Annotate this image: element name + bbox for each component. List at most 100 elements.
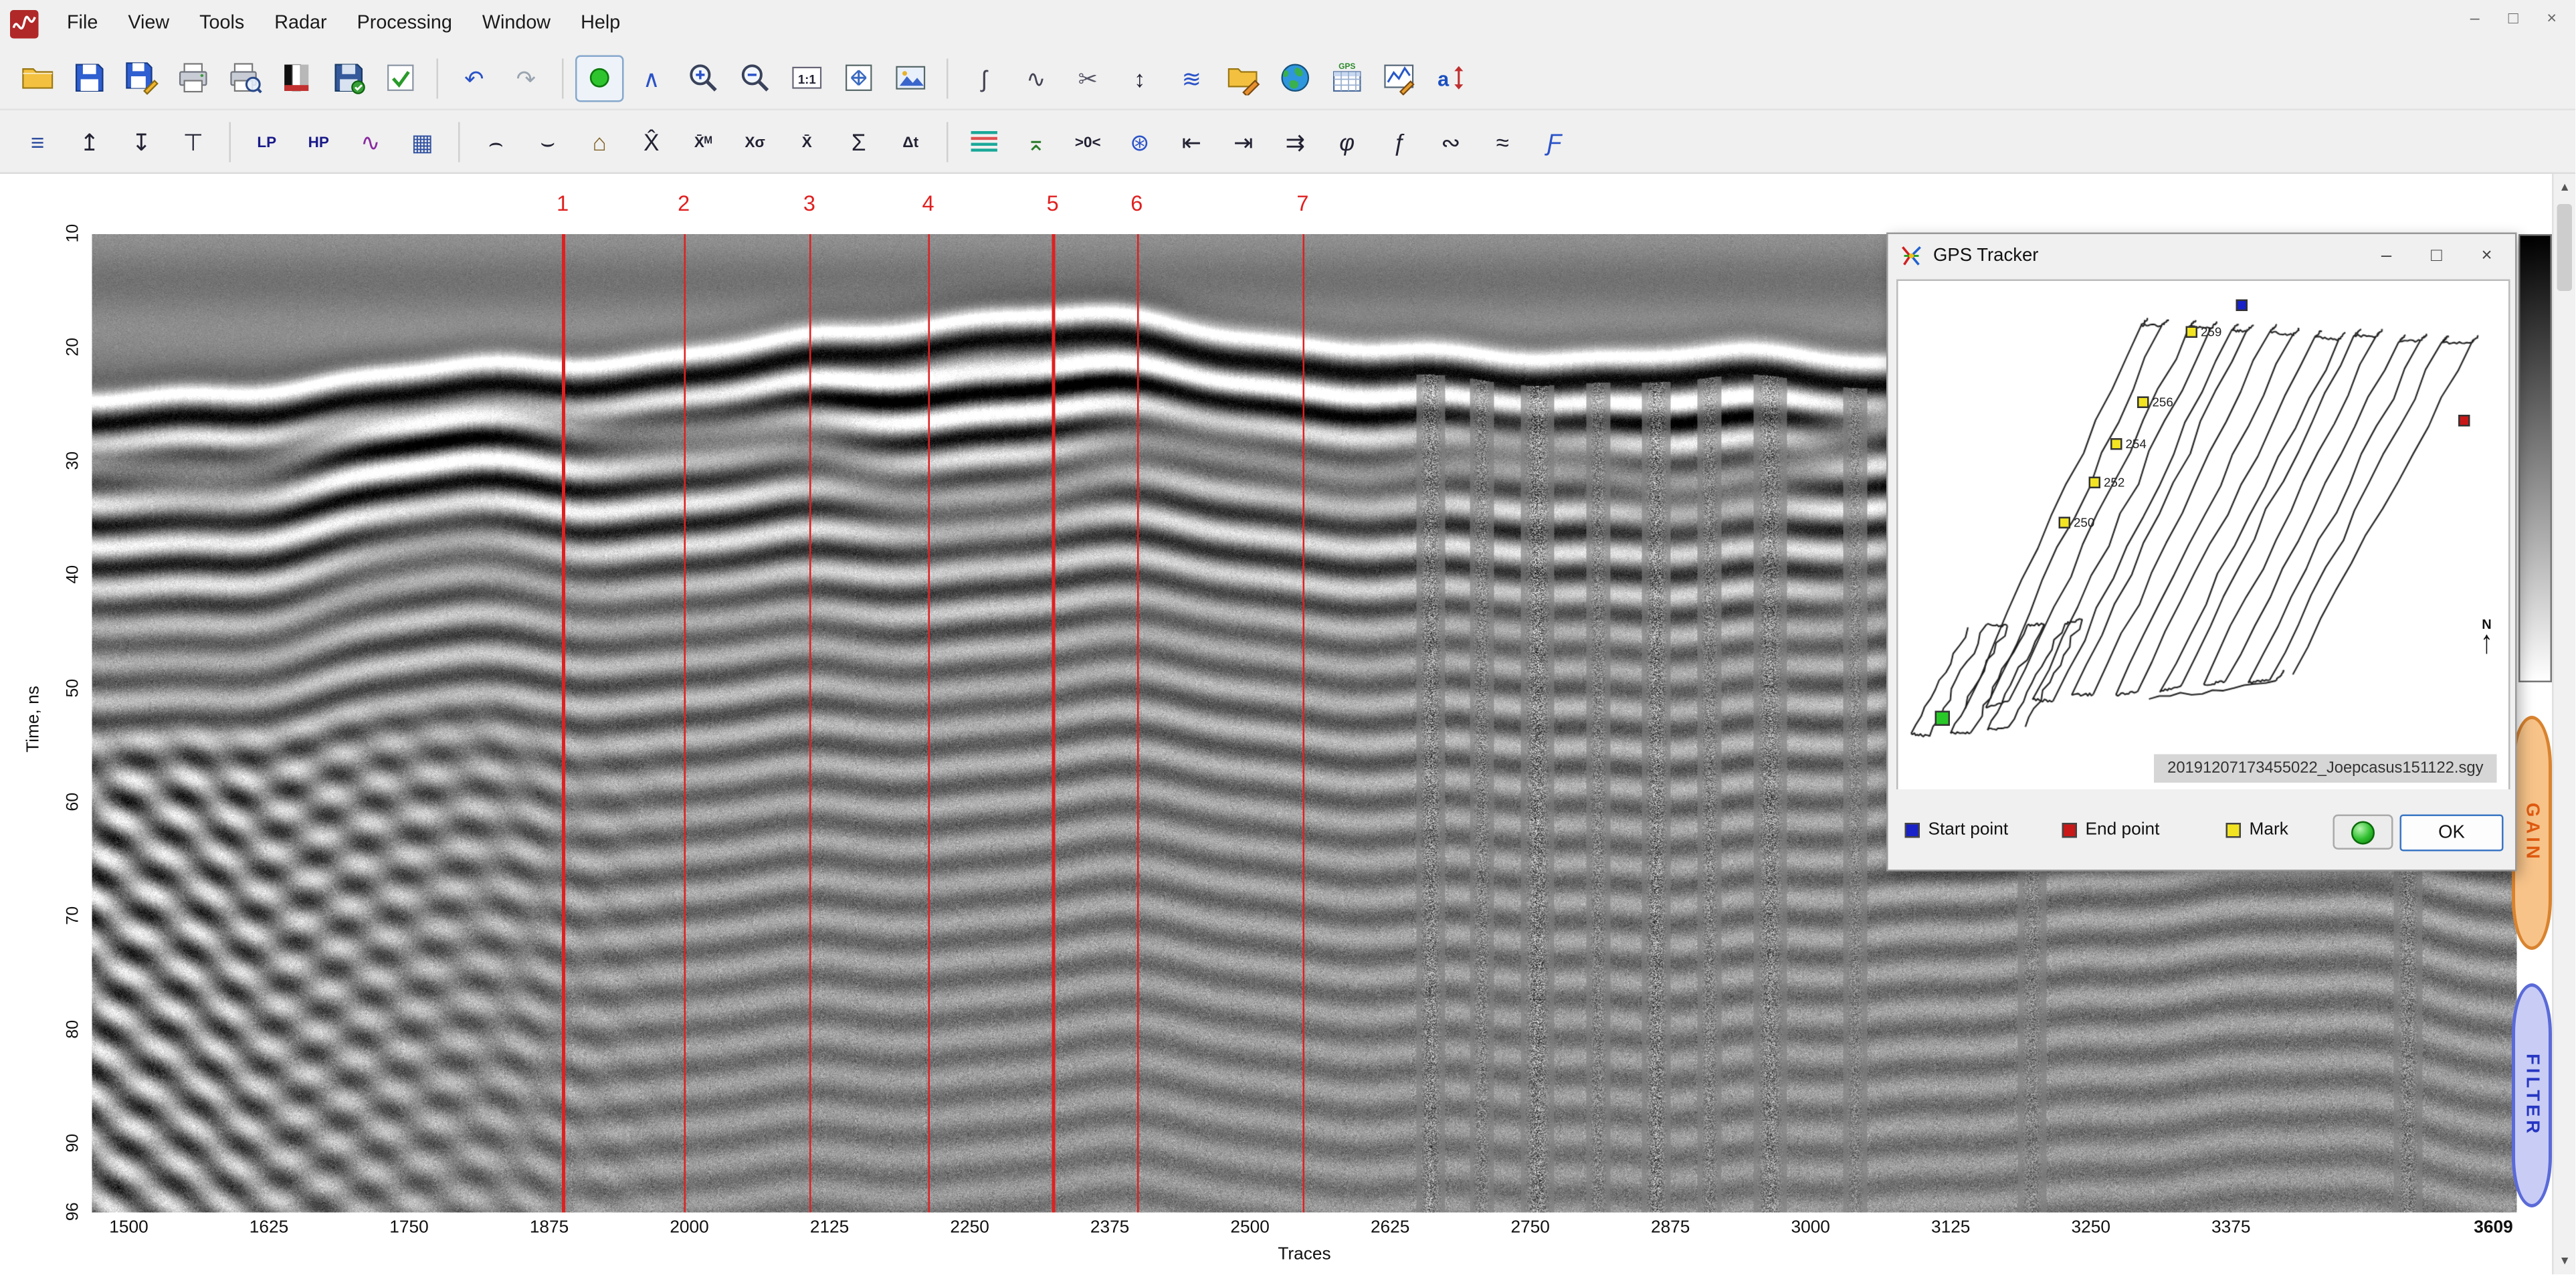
band-filter-button[interactable]: ∿ — [346, 118, 395, 165]
menu-processing[interactable]: Processing — [342, 13, 467, 33]
mean-sigma-button[interactable]: Xσ — [731, 118, 780, 165]
zoom-out-button[interactable] — [731, 54, 780, 101]
zoom-in-button[interactable] — [679, 54, 728, 101]
shift-right-button[interactable]: ⇥ — [1219, 118, 1268, 165]
trace-align-button[interactable]: ≡ — [13, 118, 62, 165]
record-button[interactable] — [575, 54, 624, 101]
section-marker-line[interactable] — [684, 234, 686, 1213]
envelope-button[interactable]: ⌅ — [1012, 118, 1061, 165]
save-all-button[interactable] — [117, 54, 166, 101]
open-button[interactable] — [13, 54, 62, 101]
palette-button[interactable] — [273, 54, 322, 101]
amplitude-colorbar[interactable] — [2518, 234, 2552, 682]
phase-rotate-button[interactable]: ⊛ — [1116, 118, 1165, 165]
zero-crossing-button[interactable]: >0< — [1064, 118, 1112, 165]
phase-phi-button[interactable]: φ — [1323, 118, 1372, 165]
spectrum-pick-icon: X̂ — [643, 130, 659, 153]
app-icon[interactable] — [10, 9, 39, 38]
undo-button[interactable]: ↶ — [450, 54, 499, 101]
peak-pick-button[interactable]: ∧ — [627, 54, 676, 101]
menu-file[interactable]: File — [52, 13, 113, 33]
smooth-concave-button[interactable]: ⌢ — [472, 118, 520, 165]
gps-maximize-button[interactable]: □ — [2411, 237, 2462, 274]
one-to-one-button[interactable]: 1:1 — [783, 54, 831, 101]
print-preview-button[interactable] — [221, 54, 270, 101]
chart-edit-button[interactable] — [1375, 54, 1423, 101]
cut-section-button[interactable]: ✂ — [1064, 54, 1112, 101]
time-zero-set-button[interactable]: ⊤ — [169, 118, 218, 165]
gps-track-canvas[interactable] — [1898, 281, 2510, 793]
ok-button[interactable]: OK — [2400, 815, 2504, 852]
minimize-button[interactable]: – — [2457, 5, 2492, 34]
frequency-f-button[interactable]: ƒ — [1375, 118, 1423, 165]
scroll-up-button[interactable]: ▲ — [2554, 174, 2576, 201]
fit-window-button[interactable] — [835, 54, 884, 101]
section-marker-line[interactable] — [1136, 234, 1138, 1213]
vertical-scale-button[interactable]: ↕ — [1116, 54, 1165, 101]
time-zero-down-button[interactable]: ↧ — [117, 118, 166, 165]
process-check-button[interactable] — [377, 54, 425, 101]
gain-tab[interactable]: GAIN — [2512, 716, 2552, 950]
section-marker-line[interactable] — [1053, 234, 1055, 1213]
application-window: FileViewToolsRadarProcessingWindowHelp –… — [0, 0, 2576, 1275]
close-button[interactable]: × — [2534, 5, 2569, 34]
trace-flip-icon: ʃ — [981, 66, 987, 90]
time-zero-up-button[interactable]: ↥ — [66, 118, 114, 165]
hilbert-button[interactable]: Ƒ — [1530, 118, 1579, 165]
resample-button[interactable]: ⇉ — [1271, 118, 1320, 165]
mean-window-button[interactable]: X̄ᴹ — [679, 118, 728, 165]
transform-a-button[interactable]: ∾ — [1427, 118, 1476, 165]
section-marker-line[interactable] — [563, 234, 565, 1213]
globe-button[interactable] — [1271, 54, 1320, 101]
polygon-select-icon: ⌂ — [593, 130, 607, 153]
spectrum-pick-button[interactable]: X̂ — [627, 118, 676, 165]
gps-minimize-button[interactable]: – — [2361, 237, 2411, 274]
gps-mark — [2110, 438, 2122, 450]
menu-radar[interactable]: Radar — [260, 13, 342, 33]
legend-swatch-icon — [2226, 822, 2242, 838]
zoom-out-icon — [738, 60, 773, 96]
menu-tools[interactable]: Tools — [185, 13, 260, 33]
restore-button[interactable]: □ — [2496, 5, 2531, 34]
x-tick-label: 2000 — [651, 1217, 728, 1238]
y-tick-label: 60 — [64, 781, 83, 824]
stack-sum-icon: Σ — [852, 130, 866, 153]
redo-button[interactable]: ↷ — [502, 54, 551, 101]
print-button[interactable] — [169, 54, 218, 101]
scroll-thumb[interactable] — [2557, 204, 2573, 291]
background-removal-button[interactable] — [960, 118, 1009, 165]
gps-close-button[interactable]: × — [2462, 237, 2512, 274]
menu-view[interactable]: View — [113, 13, 185, 33]
gps-status-button[interactable] — [2333, 815, 2393, 850]
section-marker-line[interactable] — [809, 234, 811, 1213]
gps-tracker-button[interactable]: GPS — [1323, 54, 1372, 101]
low-pass-filter-button[interactable]: LP — [243, 118, 292, 165]
trace-flip-button[interactable]: ʃ — [960, 54, 1009, 101]
shift-left-button[interactable]: ⇤ — [1167, 118, 1216, 165]
section-marker-line[interactable] — [1302, 234, 1304, 1213]
save-button[interactable] — [66, 54, 114, 101]
font-size-button[interactable]: a — [1427, 54, 1476, 101]
mean-trace-button[interactable]: X̄ — [783, 118, 831, 165]
legend-swatch-icon — [1905, 822, 1920, 838]
menu-window[interactable]: Window — [467, 13, 565, 33]
vertical-scrollbar[interactable]: ▲ ▼ — [2552, 174, 2576, 1275]
edit-markers-button[interactable] — [1219, 54, 1268, 101]
filter-tab[interactable]: FILTER — [2512, 983, 2552, 1207]
delta-t-button[interactable]: Δt — [886, 118, 935, 165]
smoothing-button[interactable]: ≋ — [1167, 54, 1216, 101]
smooth-convex-button[interactable]: ⌣ — [524, 118, 573, 165]
high-pass-filter-button[interactable]: HP — [294, 118, 343, 165]
wiggle-view-button[interactable]: ∿ — [1012, 54, 1061, 101]
scroll-down-button[interactable]: ▼ — [2554, 1248, 2576, 1275]
section-marker-line[interactable] — [928, 234, 930, 1213]
section-marker-label: 1 — [557, 191, 569, 216]
stack-sum-button[interactable]: Σ — [835, 118, 884, 165]
menu-help[interactable]: Help — [566, 13, 635, 33]
polygon-select-button[interactable]: ⌂ — [575, 118, 624, 165]
image-mode-button[interactable] — [886, 54, 935, 101]
save-section-button[interactable] — [324, 54, 373, 101]
transform-b-button[interactable]: ≈ — [1478, 118, 1527, 165]
matrix-filter-button[interactable]: ▦ — [398, 118, 447, 165]
gps-window-titlebar[interactable]: GPS Tracker –□× — [1888, 234, 2516, 278]
